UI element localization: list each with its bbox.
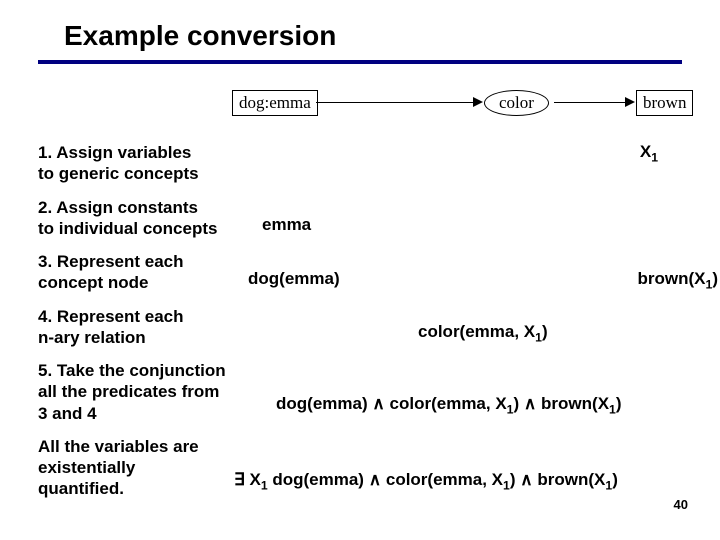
step-5-line-2: all the predicates from <box>38 382 219 401</box>
step-4-line-1: 4. Represent each <box>38 307 184 326</box>
step-3-row: 3. Represent each concept node dog(emma)… <box>0 251 720 294</box>
step-3-label: 3. Represent each concept node <box>0 251 240 294</box>
value-color-emma-x1: color(emma, X1) <box>418 322 548 344</box>
exists-symbol: ∃ <box>234 470 245 489</box>
step-1-line-1: 1. Assign variables <box>38 143 191 162</box>
step-1-line-2: to generic concepts <box>38 164 199 183</box>
value-existential: ∃ X1 dog(emma) ∧ color(emma, X1) ∧ brown… <box>234 470 618 492</box>
conj-a: dog(emma) <box>276 394 372 413</box>
page-number: 40 <box>674 497 688 512</box>
step-1-label: 1. Assign variables to generic concepts <box>0 142 240 185</box>
step-5-line-3: 3 and 4 <box>38 404 97 423</box>
step-1-row: 1. Assign variables to generic concepts … <box>0 142 720 185</box>
ex-c-sub: 1 <box>503 478 510 492</box>
step-2-value: emma <box>240 197 720 237</box>
step-6-line-2: existentially <box>38 458 135 477</box>
ex-a-sub: 1 <box>261 478 268 492</box>
value-x1: X1 <box>640 142 658 164</box>
and-4: ∧ <box>520 470 532 489</box>
conj-d-sub: 1 <box>609 402 616 416</box>
step-2-label: 2. Assign constants to individual concep… <box>0 197 240 240</box>
x1-sub: 1 <box>651 150 658 164</box>
step-3-value: dog(emma) brown(X1) <box>240 251 720 291</box>
arrow-1-line <box>316 102 476 103</box>
and-3: ∧ <box>369 470 381 489</box>
value-brown-x1: brown(X1) <box>638 269 718 291</box>
conj-c: ) <box>513 394 523 413</box>
conj-d: brown(X <box>536 394 609 413</box>
color-sub: 1 <box>535 330 542 344</box>
color-post: ) <box>542 322 548 341</box>
content-area: 1. Assign variables to generic concepts … <box>0 142 720 500</box>
arrow-1-head <box>473 97 483 107</box>
box-brown: brown <box>636 90 693 116</box>
concept-diagram: dog:emma color brown <box>0 82 720 132</box>
ellipse-color: color <box>484 90 549 116</box>
step-1-value: X1 <box>240 142 720 182</box>
step-3-line-2: concept node <box>38 273 149 292</box>
ex-a: X <box>245 470 261 489</box>
and-1: ∧ <box>372 394 384 413</box>
x1-text: X <box>640 142 651 161</box>
slide-title: Example conversion <box>0 0 720 60</box>
ex-d: ) <box>510 470 520 489</box>
step-5-value: dog(emma) ∧ color(emma, X1) ∧ brown(X1) <box>240 360 720 400</box>
step-6-value: ∃ X1 dog(emma) ∧ color(emma, X1) ∧ brown… <box>240 436 720 476</box>
arrow-2-head <box>625 97 635 107</box>
step-3-line-1: 3. Represent each <box>38 252 184 271</box>
color-pre: color(emma, X <box>418 322 535 341</box>
step-5-label: 5. Take the conjunction all the predicat… <box>0 360 240 424</box>
step-4-line-2: n-ary relation <box>38 328 146 347</box>
value-emma: emma <box>262 215 311 235</box>
brown-post: ) <box>712 269 718 288</box>
ex-c: color(emma, X <box>381 470 503 489</box>
step-6-row: All the variables are existentially quan… <box>0 436 720 500</box>
step-2-line-2: to individual concepts <box>38 219 217 238</box>
ex-b: dog(emma) <box>268 470 369 489</box>
step-4-value: color(emma, X1) <box>240 306 720 346</box>
step-5-line-1: 5. Take the conjunction <box>38 361 226 380</box>
value-dog-emma: dog(emma) <box>248 269 340 289</box>
brown-pre: brown(X <box>638 269 706 288</box>
step-2-line-1: 2. Assign constants <box>38 198 198 217</box>
box-dog-emma: dog:emma <box>232 90 318 116</box>
step-2-row: 2. Assign constants to individual concep… <box>0 197 720 240</box>
step-4-label: 4. Represent each n-ary relation <box>0 306 240 349</box>
conj-b: color(emma, X <box>385 394 507 413</box>
step-6-label: All the variables are existentially quan… <box>0 436 240 500</box>
conj-e: ) <box>616 394 622 413</box>
step-4-row: 4. Represent each n-ary relation color(e… <box>0 306 720 349</box>
ex-f: ) <box>612 470 618 489</box>
arrow-2-line <box>554 102 628 103</box>
value-conjunction: dog(emma) ∧ color(emma, X1) ∧ brown(X1) <box>276 394 622 416</box>
step-5-row: 5. Take the conjunction all the predicat… <box>0 360 720 424</box>
ex-e: brown(X <box>533 470 606 489</box>
and-2: ∧ <box>524 394 536 413</box>
step-6-line-3: quantified. <box>38 479 124 498</box>
step-6-line-1: All the variables are <box>38 437 199 456</box>
title-rule <box>38 60 682 64</box>
